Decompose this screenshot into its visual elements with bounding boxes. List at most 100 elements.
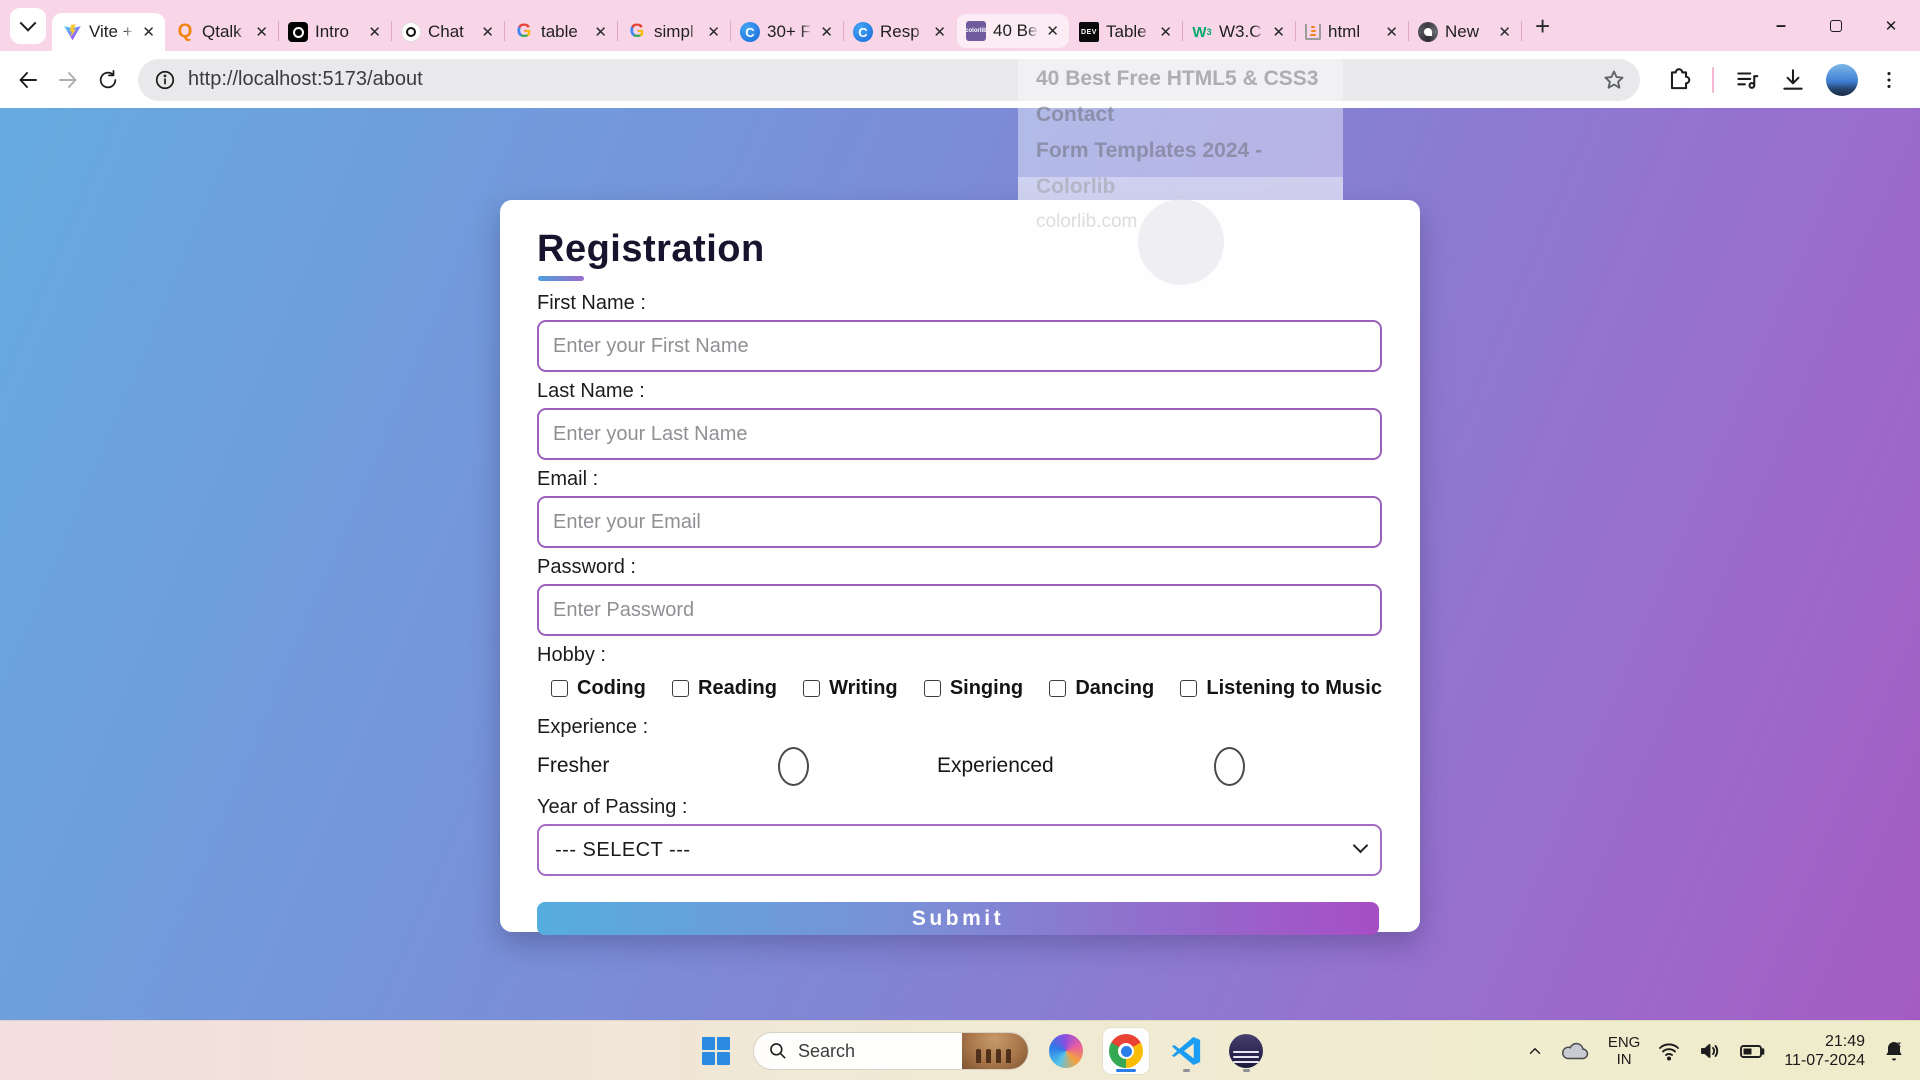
tab-close-icon[interactable]: ✕ bbox=[366, 23, 383, 42]
tab-title: Table bbox=[1106, 22, 1153, 42]
back-button[interactable] bbox=[8, 60, 48, 100]
tab-resp[interactable]: CResp✕ bbox=[843, 13, 956, 51]
address-bar[interactable]: http://localhost:5173/about bbox=[138, 59, 1640, 101]
chevron-down-icon bbox=[20, 14, 37, 31]
experience-label: Experience : bbox=[537, 715, 1382, 739]
tab-html[interactable]: html✕ bbox=[1295, 13, 1408, 51]
wifi-icon[interactable] bbox=[1657, 1039, 1681, 1063]
year-of-passing-select[interactable]: --- SELECT --- bbox=[537, 824, 1382, 876]
window-restore-button[interactable] bbox=[1825, 15, 1847, 37]
url-text[interactable]: http://localhost:5173/about bbox=[188, 68, 1602, 91]
tab-close-icon[interactable]: ✕ bbox=[818, 23, 835, 42]
chrome-app-button[interactable] bbox=[1103, 1028, 1149, 1074]
menu-kebab-icon[interactable] bbox=[1878, 69, 1900, 91]
tab-close-icon[interactable]: ✕ bbox=[705, 23, 722, 42]
vscode-app-button[interactable] bbox=[1163, 1028, 1209, 1074]
tab-simpl[interactable]: Gsimpl✕ bbox=[617, 13, 730, 51]
reload-button[interactable] bbox=[88, 60, 128, 100]
last-name-input[interactable] bbox=[537, 408, 1382, 460]
forward-button[interactable] bbox=[48, 60, 88, 100]
checkbox[interactable] bbox=[1180, 680, 1197, 697]
tab-title: Vite + bbox=[89, 22, 136, 42]
windows-start-button[interactable] bbox=[693, 1028, 739, 1074]
bookmark-star-icon[interactable] bbox=[1602, 68, 1626, 92]
experienced-radio[interactable] bbox=[1214, 747, 1245, 786]
copilot-icon bbox=[1049, 1034, 1083, 1068]
copilot-app-button[interactable] bbox=[1043, 1028, 1089, 1074]
active-app-indicator bbox=[1116, 1069, 1136, 1072]
select-value: --- SELECT --- bbox=[555, 839, 691, 862]
checkbox[interactable] bbox=[672, 680, 689, 697]
tab-close-icon[interactable]: ✕ bbox=[592, 23, 609, 42]
back-arrow-icon bbox=[16, 68, 40, 92]
email-label: Email : bbox=[537, 467, 1382, 491]
language-indicator[interactable]: ENG IN bbox=[1608, 1034, 1641, 1068]
battery-icon[interactable] bbox=[1739, 1040, 1767, 1062]
windows-logo-icon bbox=[702, 1037, 730, 1065]
downloads-icon[interactable] bbox=[1780, 67, 1806, 93]
tab-table[interactable]: DEVTable✕ bbox=[1069, 13, 1182, 51]
volume-icon[interactable] bbox=[1698, 1039, 1722, 1063]
tab-close-icon[interactable]: ✕ bbox=[1270, 23, 1287, 42]
notification-bell-icon[interactable]: z bbox=[1882, 1039, 1906, 1063]
tab-close-icon[interactable]: ✕ bbox=[1496, 23, 1513, 42]
hobby-option-coding[interactable]: Coding bbox=[551, 677, 646, 700]
onedrive-cloud-icon[interactable] bbox=[1561, 1040, 1591, 1062]
hobby-option-writing[interactable]: Writing bbox=[803, 677, 898, 700]
tab-close-icon[interactable]: ✕ bbox=[253, 23, 270, 42]
taskbar-search-box[interactable]: Search bbox=[753, 1032, 1029, 1070]
email-input[interactable] bbox=[537, 496, 1382, 548]
colorlib-logo-circle bbox=[1138, 199, 1224, 285]
year-of-passing-label: Year of Passing : bbox=[537, 795, 1382, 819]
extensions-icon[interactable] bbox=[1666, 67, 1692, 93]
checkbox[interactable] bbox=[1049, 680, 1066, 697]
colorlib-icon: colorlib bbox=[966, 21, 986, 41]
window-close-button[interactable]: ✕ bbox=[1880, 15, 1902, 37]
fresher-radio[interactable] bbox=[778, 747, 809, 786]
tab-intro[interactable]: Intro✕ bbox=[278, 13, 391, 51]
tab-w3-c[interactable]: W3W3.C✕ bbox=[1182, 13, 1295, 51]
hobby-option-listening-to-music[interactable]: Listening to Music bbox=[1180, 677, 1382, 700]
first-name-input[interactable] bbox=[537, 320, 1382, 372]
tab-close-icon[interactable]: ✕ bbox=[1383, 23, 1400, 42]
title-underline bbox=[538, 276, 584, 281]
password-input[interactable] bbox=[537, 584, 1382, 636]
media-controls-icon[interactable] bbox=[1734, 67, 1760, 93]
hobby-option-reading[interactable]: Reading bbox=[672, 677, 777, 700]
search-daily-image[interactable] bbox=[962, 1032, 1028, 1070]
tab-title: table bbox=[541, 22, 588, 42]
tab-chat[interactable]: Chat✕ bbox=[391, 13, 504, 51]
tab-40-be[interactable]: colorlib40 Be✕ bbox=[956, 14, 1069, 48]
language-line1: ENG bbox=[1608, 1034, 1641, 1051]
tab-search-button[interactable] bbox=[10, 8, 46, 44]
tab-close-icon[interactable]: ✕ bbox=[140, 23, 157, 42]
eclipse-app-button[interactable] bbox=[1223, 1028, 1269, 1074]
tab-qtalk[interactable]: QQtalk✕ bbox=[165, 13, 278, 51]
tab-hover-preview-card: 40 Best Free HTML5 & CSS3 Contact Form T… bbox=[1018, 51, 1343, 307]
tab-table[interactable]: Gtable✕ bbox=[504, 13, 617, 51]
profile-avatar[interactable] bbox=[1826, 64, 1858, 96]
tab-close-icon[interactable]: ✕ bbox=[479, 23, 496, 42]
checkbox[interactable] bbox=[803, 680, 820, 697]
checkbox[interactable] bbox=[924, 680, 941, 697]
checkbox[interactable] bbox=[551, 680, 568, 697]
chrome-icon bbox=[1109, 1034, 1143, 1068]
tab-title: simpl bbox=[654, 22, 701, 42]
tab-close-icon[interactable]: ✕ bbox=[931, 23, 948, 42]
clock[interactable]: 21:49 11-07-2024 bbox=[1784, 1032, 1865, 1070]
window-minimize-button[interactable]: – bbox=[1770, 15, 1792, 37]
q-letter-icon: Q bbox=[175, 22, 195, 42]
tab-close-icon[interactable]: ✕ bbox=[1157, 23, 1174, 42]
new-tab-button[interactable]: + bbox=[1535, 13, 1550, 39]
experience-option-fresher[interactable]: Fresher bbox=[537, 747, 809, 786]
submit-button[interactable]: Submit bbox=[537, 902, 1379, 935]
google-icon: G bbox=[514, 22, 534, 42]
tab-30-f[interactable]: C30+ F✕ bbox=[730, 13, 843, 51]
tray-chevron-up-icon[interactable] bbox=[1526, 1042, 1544, 1060]
experience-option-experienced[interactable]: Experienced bbox=[937, 747, 1245, 786]
hobby-option-singing[interactable]: Singing bbox=[924, 677, 1023, 700]
tab-vite-[interactable]: Vite +✕ bbox=[52, 13, 165, 51]
hobby-option-dancing[interactable]: Dancing bbox=[1049, 677, 1154, 700]
tab-close-icon[interactable]: ✕ bbox=[1044, 22, 1061, 41]
tab-new[interactable]: New✕ bbox=[1408, 13, 1521, 51]
